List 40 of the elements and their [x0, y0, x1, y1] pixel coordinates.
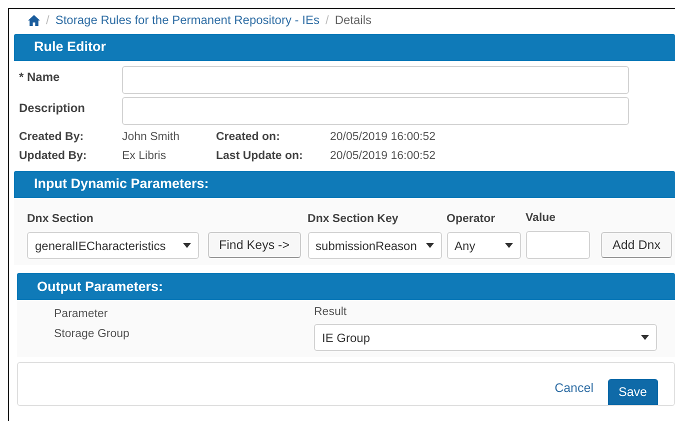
caret-icon [183, 243, 191, 248]
section-header: Input Dynamic Parameters: [14, 171, 675, 198]
text-field[interactable] [122, 66, 629, 94]
info-value: Ex Libris [122, 148, 168, 164]
dnx-section-select[interactable]: generalIECharacteristics [27, 232, 199, 260]
info-value: 20/05/2019 16:00:52 [330, 148, 436, 164]
operator-select[interactable]: Any [446, 232, 521, 260]
field-label: Dnx Section [27, 212, 94, 227]
breadcrumb-separator: / [325, 12, 329, 29]
table-cell-text: Storage Group [54, 327, 130, 342]
info-value: John Smith [122, 130, 181, 145]
breadcrumb-current: Details [334, 12, 372, 29]
info-label: Created By: [19, 130, 85, 145]
dnx-key-select[interactable]: submissionReason [308, 232, 442, 260]
field-label: Dnx Section Key [308, 212, 400, 227]
section-header: Rule Editor [14, 34, 675, 61]
caret-icon [641, 335, 649, 340]
save-button[interactable]: Save [608, 379, 658, 406]
column-header: Parameter [54, 306, 109, 322]
value-field[interactable] [526, 231, 590, 260]
field-label: * Name [19, 69, 61, 86]
caret-icon [426, 243, 434, 248]
column-header: Result [314, 304, 347, 320]
storage-group-select[interactable]: IE Group [314, 324, 657, 352]
find-keys-button[interactable]: Find Keys -> [208, 232, 301, 258]
breadcrumb-link[interactable]: Storage Rules for the Permanent Repository - IEs [55, 11, 320, 29]
info-value: 20/05/2019 16:00:52 [330, 130, 436, 145]
home-icon[interactable] [28, 14, 40, 26]
cancel-link[interactable]: Cancel [554, 378, 594, 398]
section-header: Output Parameters: [17, 273, 675, 300]
breadcrumb-separator: / [46, 12, 50, 29]
text-field[interactable] [122, 97, 629, 125]
field-label: Operator [446, 212, 496, 227]
field-label: Description [19, 100, 86, 117]
info-label: Updated By: [19, 148, 88, 164]
info-label: Last Update on: [216, 148, 304, 164]
field-label: Value [526, 211, 557, 226]
caret-icon [504, 243, 513, 248]
add-dnx-button[interactable]: Add Dnx [600, 232, 672, 258]
info-label: Created on: [216, 130, 281, 145]
